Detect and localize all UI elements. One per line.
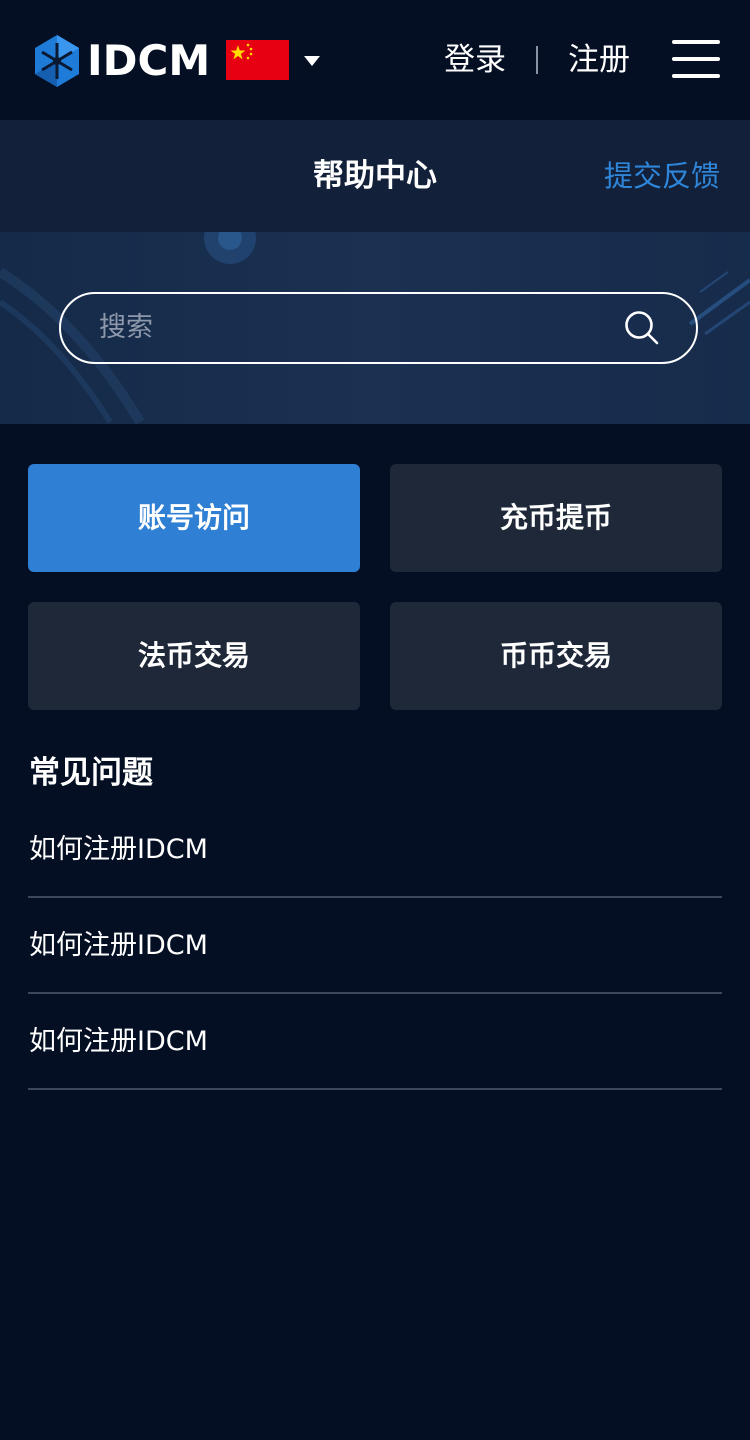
- caret-down-icon[interactable]: [303, 55, 321, 67]
- search-icon[interactable]: [624, 310, 660, 346]
- idcm-logo-icon[interactable]: [33, 34, 81, 88]
- category-fiat-trading[interactable]: 法币交易: [28, 602, 360, 710]
- faq-item-label: 如何注册IDCM: [29, 1026, 208, 1057]
- submit-feedback-link[interactable]: 提交反馈: [604, 156, 720, 196]
- faq-section-title: 常见问题: [29, 755, 153, 791]
- top-navigation-bar: IDCM 登录 注册: [0, 0, 750, 120]
- search-placeholder: 搜索: [99, 312, 153, 343]
- category-coin-trading[interactable]: 币币交易: [390, 602, 722, 710]
- register-link[interactable]: 注册: [568, 40, 630, 80]
- hamburger-menu-icon[interactable]: [670, 40, 722, 80]
- faq-item-label: 如何注册IDCM: [29, 930, 208, 961]
- brand-logo-text[interactable]: IDCM: [87, 34, 210, 88]
- login-link[interactable]: 登录: [444, 40, 506, 80]
- page-header: 帮助中心 提交反馈: [0, 120, 750, 232]
- search-banner: 搜索: [0, 232, 750, 424]
- faq-list-item[interactable]: 如何注册IDCM: [28, 994, 722, 1090]
- faq-list-item[interactable]: 如何注册IDCM: [28, 898, 722, 994]
- category-account-access[interactable]: 账号访问: [28, 464, 360, 572]
- category-deposit-withdraw[interactable]: 充币提币: [390, 464, 722, 572]
- faq-item-label: 如何注册IDCM: [29, 834, 208, 865]
- faq-list-item[interactable]: 如何注册IDCM: [28, 802, 722, 898]
- header-divider: [536, 46, 538, 74]
- search-input[interactable]: 搜索: [59, 292, 698, 364]
- china-flag-icon[interactable]: [226, 40, 289, 80]
